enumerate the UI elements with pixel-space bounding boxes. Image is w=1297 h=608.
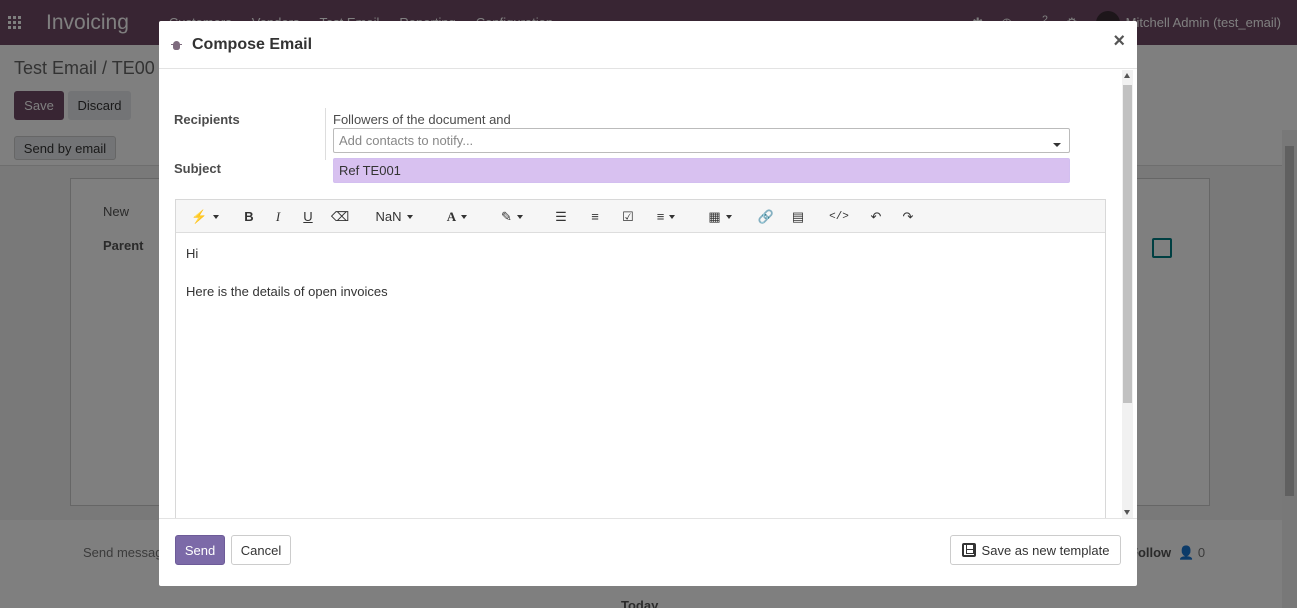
scroll-up-icon[interactable] — [1124, 73, 1130, 78]
brush-icon[interactable]: ✎ — [496, 200, 528, 233]
table-icon[interactable]: ▦ — [704, 200, 736, 233]
file-image-icon[interactable]: ▤ — [789, 200, 807, 233]
label-divider — [325, 108, 326, 160]
numbered-list-icon[interactable]: ≡ — [586, 200, 604, 233]
scroll-down-icon[interactable] — [1124, 510, 1130, 515]
dialog-footer: Send Cancel Save as new template — [159, 518, 1137, 586]
align-icon[interactable]: ≡ — [650, 200, 682, 233]
redo-icon[interactable]: ↷ — [899, 200, 917, 233]
italic-icon[interactable]: I — [270, 200, 286, 233]
cancel-button[interactable]: Cancel — [231, 535, 291, 565]
magic-wand-icon[interactable]: ⚡ — [190, 200, 220, 233]
body-line: Here is the details of open invoices — [186, 284, 388, 299]
subject-label: Subject — [174, 161, 221, 176]
body-line: Hi — [186, 246, 199, 261]
eraser-icon[interactable]: ⌫ — [331, 200, 349, 233]
bullet-list-icon[interactable]: ☰ — [552, 200, 570, 233]
font-size-dropdown[interactable]: NaN — [372, 200, 416, 233]
recipients-input[interactable] — [333, 128, 1070, 153]
recipients-label: Recipients — [174, 112, 240, 127]
checklist-icon[interactable]: ☑ — [619, 200, 637, 233]
code-view-icon[interactable]: </> — [827, 200, 851, 233]
font-color-icon[interactable]: A — [442, 200, 472, 233]
scroll-thumb[interactable] — [1123, 85, 1132, 403]
editor-toolbar: ⚡ B I U ⌫ NaN A ✎ ☰ ≡ ☑ ≡ ▦ 🔗 ▤ </> ↶ ↷ — [176, 200, 1105, 233]
undo-icon[interactable]: ↶ — [867, 200, 885, 233]
dialog-scrollbar[interactable] — [1122, 70, 1133, 518]
floppy-disk-icon — [961, 543, 976, 557]
dialog-title: Compose Email — [192, 35, 313, 53]
body-line — [186, 263, 1095, 282]
bug-icon — [171, 39, 182, 50]
chevron-down-icon[interactable] — [1053, 143, 1061, 147]
dialog-body: Recipients Followers of the document and… — [159, 70, 1137, 518]
save-as-template-button[interactable]: Save as new template — [950, 535, 1121, 565]
html-editor: ⚡ B I U ⌫ NaN A ✎ ☰ ≡ ☑ ≡ ▦ 🔗 ▤ </> ↶ ↷ … — [175, 199, 1106, 518]
subject-input[interactable] — [333, 158, 1070, 183]
save-as-template-label: Save as new template — [981, 542, 1110, 558]
send-button[interactable]: Send — [175, 535, 225, 565]
dialog-header: Compose Email × — [159, 21, 1137, 69]
followers-text: Followers of the document and — [333, 112, 511, 127]
underline-icon[interactable]: U — [300, 200, 316, 233]
bold-icon[interactable]: B — [240, 200, 258, 233]
close-icon[interactable]: × — [1113, 31, 1125, 51]
compose-email-dialog: Compose Email × Recipients Followers of … — [159, 21, 1137, 586]
editor-content[interactable]: Hi Here is the details of open invoices — [176, 233, 1105, 312]
link-icon[interactable]: 🔗 — [757, 200, 775, 233]
font-size-value: NaN — [375, 209, 402, 224]
